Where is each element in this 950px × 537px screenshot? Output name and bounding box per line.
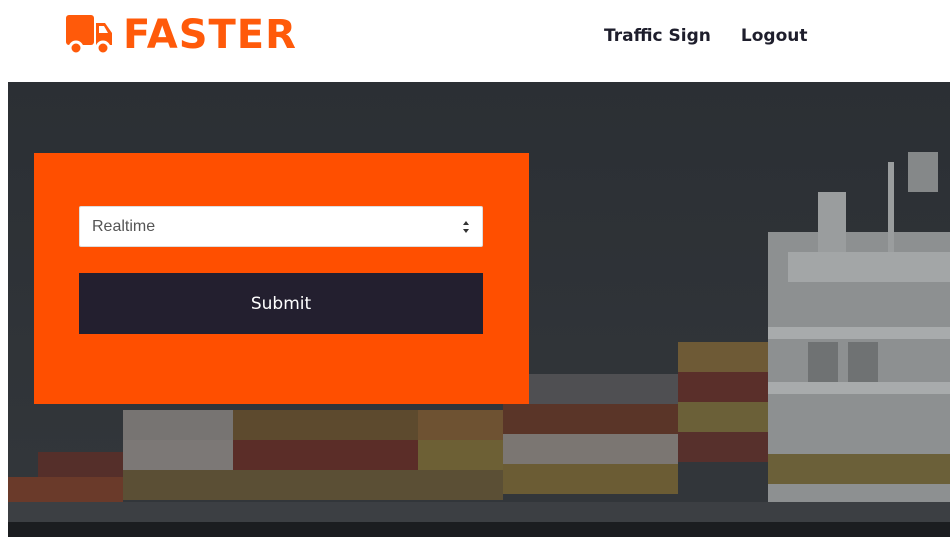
select-arrows-icon: [463, 221, 469, 233]
navbar: FASTER Traffic Sign Logout: [0, 0, 950, 82]
mode-select[interactable]: Realtime: [79, 206, 483, 247]
mode-select-value: Realtime: [92, 217, 156, 235]
brand-logo[interactable]: FASTER: [65, 12, 297, 58]
nav-traffic-sign-link[interactable]: Traffic Sign: [604, 26, 711, 46]
nav-logout-link[interactable]: Logout: [741, 26, 808, 46]
submit-button[interactable]: Submit: [79, 273, 483, 334]
truck-icon: [66, 15, 112, 56]
nav-links: Traffic Sign Logout: [604, 26, 807, 46]
brand-name: FASTER: [123, 12, 297, 58]
